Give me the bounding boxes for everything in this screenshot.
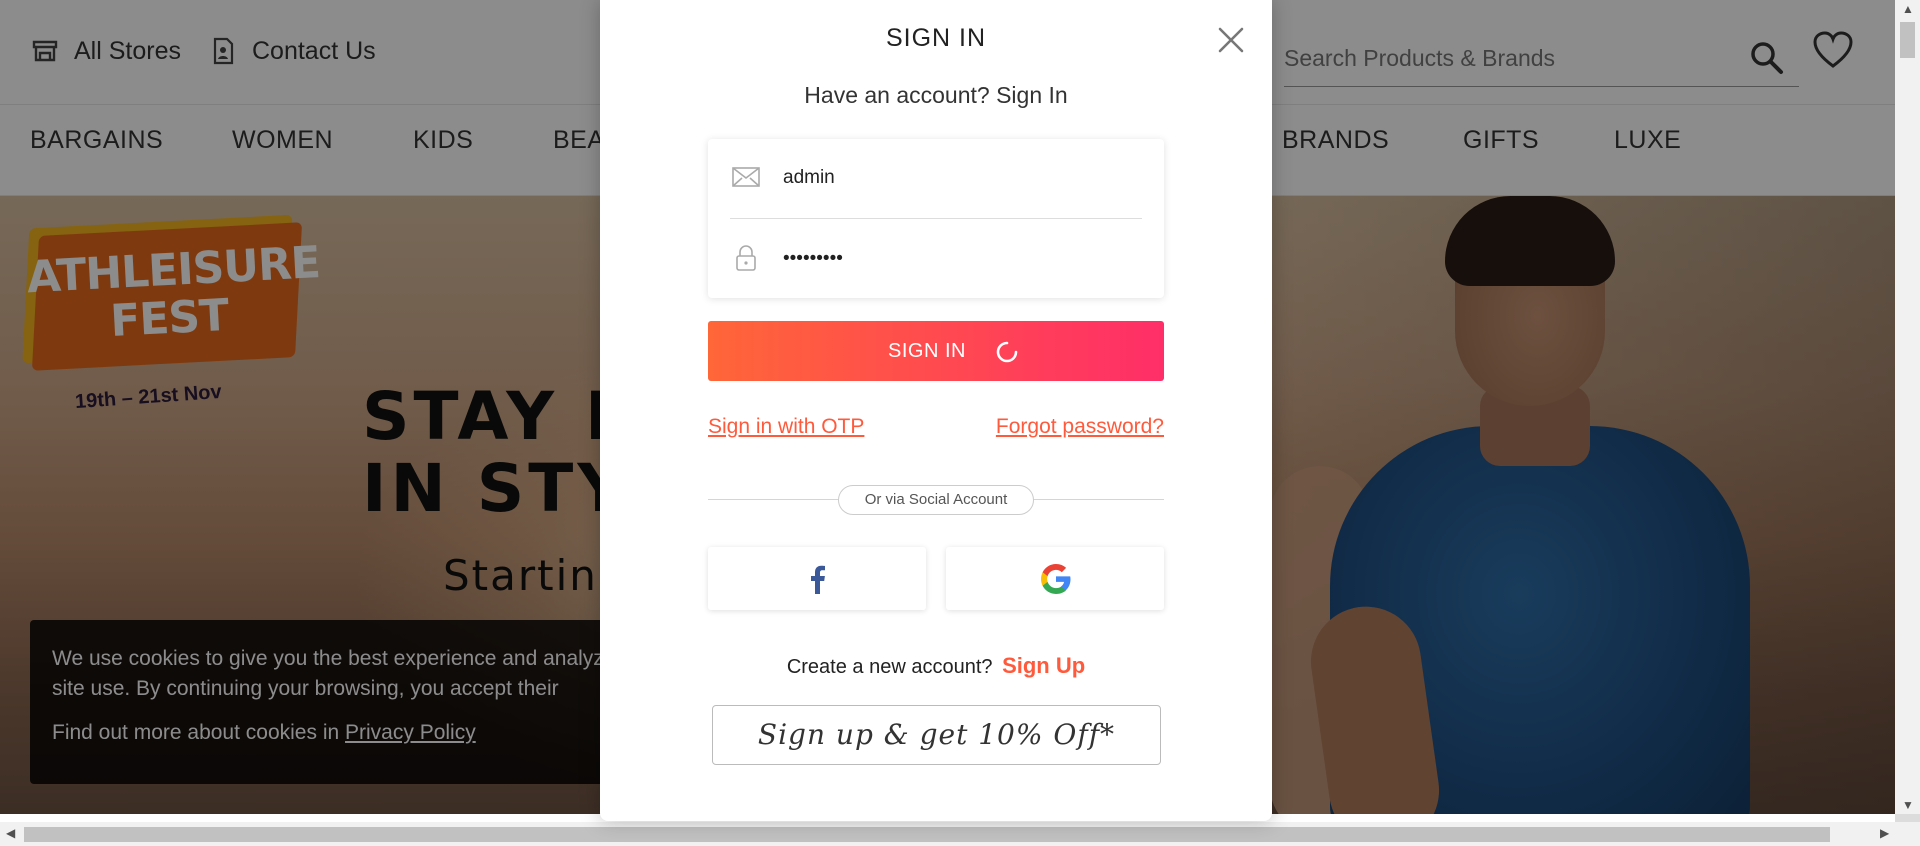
signin-button[interactable]: SIGN IN (708, 321, 1164, 381)
password-field[interactable] (783, 240, 1133, 278)
modal-subtitle: Have an account? Sign In (804, 82, 1068, 108)
signup-link[interactable]: Sign Up (1002, 653, 1085, 678)
scroll-right-icon[interactable]: ▶ (1880, 826, 1889, 840)
signin-otp-link[interactable]: Sign in with OTP (708, 415, 864, 439)
vertical-scroll-thumb[interactable] (1900, 22, 1915, 58)
username-field[interactable] (783, 159, 1133, 197)
username-row (708, 139, 1164, 217)
forgot-password-link[interactable]: Forgot password? (996, 415, 1164, 439)
password-row (708, 220, 1164, 298)
loading-spinner-icon (996, 341, 1018, 363)
google-icon (1041, 564, 1071, 594)
credentials-box (708, 139, 1164, 298)
scroll-left-icon[interactable]: ◀ (6, 826, 15, 840)
signup-promo-banner[interactable]: Sign up & get 10% Off* (712, 705, 1161, 765)
scroll-up-icon[interactable]: ▲ (1902, 2, 1914, 16)
modal-title: SIGN IN (885, 24, 987, 52)
facebook-login-button[interactable] (708, 547, 926, 610)
facebook-icon (811, 565, 825, 594)
horizontal-scroll-thumb[interactable] (24, 827, 1830, 842)
create-account-text: Create a new account? (786, 656, 993, 678)
close-icon[interactable] (1216, 25, 1246, 55)
lock-icon (736, 245, 756, 271)
create-account-row: Create a new account? Sign Up (600, 653, 1272, 679)
signin-modal: SIGN IN Have an account? Sign In SIGN IN… (600, 0, 1272, 821)
credentials-divider (730, 218, 1142, 219)
vertical-scrollbar[interactable]: ▲ ▼ (1895, 0, 1920, 814)
scrollbar-corner (1895, 814, 1920, 822)
social-divider-label: Or via Social Account (838, 485, 1034, 515)
signin-button-label: SIGN IN (888, 340, 966, 362)
envelope-icon (732, 167, 760, 187)
google-login-button[interactable] (946, 547, 1164, 610)
horizontal-scrollbar[interactable]: ◀ ▶ (0, 822, 1920, 846)
scroll-down-icon[interactable]: ▼ (1902, 798, 1914, 812)
